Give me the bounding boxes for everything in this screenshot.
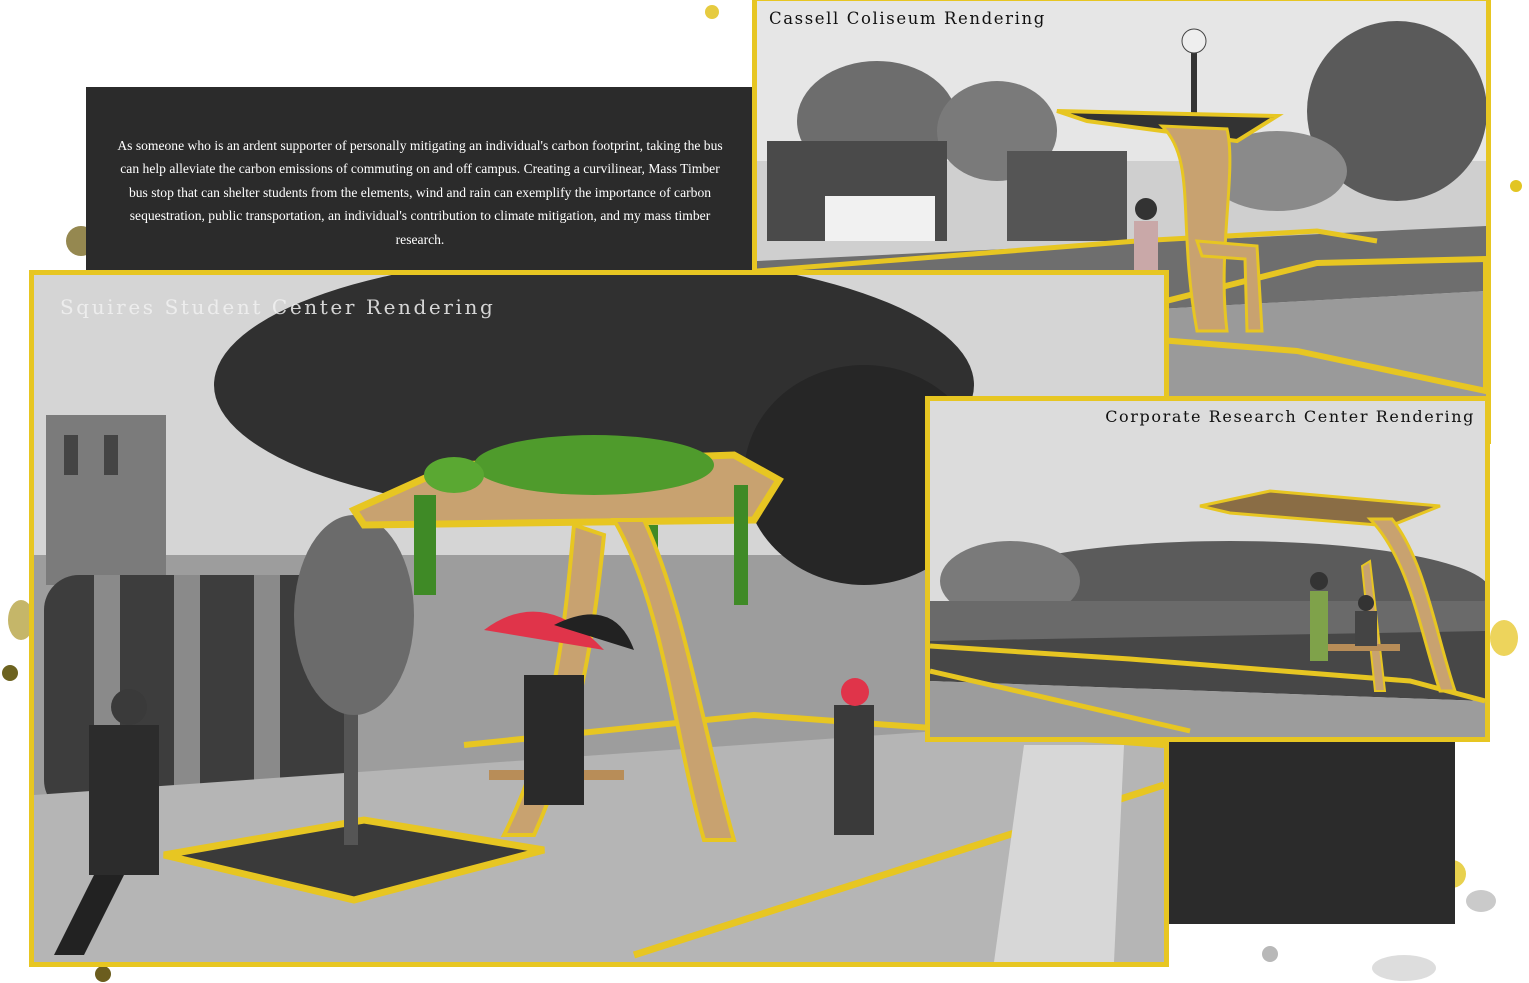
corporate-rendering-title: Corporate Research Center Rendering — [1105, 407, 1475, 426]
paint-splatter — [2, 665, 18, 681]
cassell-rendering-title: Cassell Coliseum Rendering — [769, 9, 1046, 28]
paint-splatter — [705, 5, 719, 19]
paint-splatter — [95, 966, 111, 982]
paint-splatter — [1510, 180, 1522, 192]
paint-splatter — [1490, 620, 1518, 656]
dark-accent-panel — [1160, 742, 1455, 924]
corporate-rendering-image — [930, 401, 1485, 737]
intro-text: As someone who is an ardent supporter of… — [117, 137, 723, 247]
paint-splatter — [1466, 890, 1496, 912]
squires-rendering-title: Squires Student Center Rendering — [60, 295, 496, 319]
paint-splatter — [1372, 955, 1436, 981]
paint-splatter — [1262, 946, 1278, 962]
corporate-rendering-frame: Corporate Research Center Rendering — [925, 396, 1490, 742]
